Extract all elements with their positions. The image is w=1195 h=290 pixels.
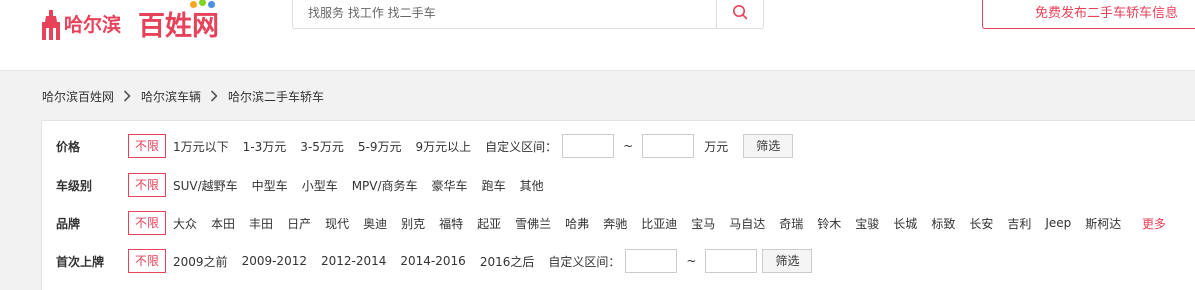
- filter-option-price[interactable]: 1万元以下: [173, 138, 229, 155]
- price-filter-button[interactable]: 筛选: [743, 134, 794, 158]
- filter-option-year[interactable]: 2016之后: [480, 253, 535, 270]
- filter-option-year[interactable]: 2009-2012: [242, 254, 307, 268]
- site-logo[interactable]: 哈尔滨 百姓网: [40, 0, 240, 42]
- filter-option-brand[interactable]: 宝马: [691, 215, 715, 232]
- filter-option-brand[interactable]: 丰田: [249, 215, 273, 232]
- logo-dot-icon: [208, 1, 215, 8]
- filter-option-any[interactable]: 不限: [128, 211, 167, 235]
- price-unit: 万元: [704, 139, 729, 154]
- filter-option-brand[interactable]: 日产: [287, 215, 311, 232]
- filter-label-price: 价格: [56, 139, 81, 154]
- logo-city-text: 哈尔滨: [64, 14, 122, 36]
- year-filter-button[interactable]: 筛选: [762, 249, 813, 273]
- filter-option-brand[interactable]: 现代: [325, 215, 349, 232]
- filter-row-price: 价格 不限 1万元以下 1-3万元 3-5万元 5-9万元 9万元以上 自定义区…: [56, 134, 794, 158]
- year-min-input[interactable]: [625, 249, 678, 273]
- filter-option-brand[interactable]: 奔驰: [603, 215, 627, 232]
- price-min-input[interactable]: [562, 134, 615, 158]
- filter-option-brand[interactable]: 雪佛兰: [515, 215, 551, 232]
- filter-option-brand[interactable]: 福特: [439, 215, 463, 232]
- filter-option-brand[interactable]: 哈弗: [565, 215, 589, 232]
- breadcrumb-home[interactable]: 哈尔滨百姓网: [42, 88, 114, 105]
- year-range-tilde: ~: [686, 254, 697, 268]
- filter-option-class[interactable]: 其他: [520, 177, 544, 194]
- site-header: 哈尔滨 百姓网 免费发布二手车轿车信息: [0, 0, 1195, 70]
- filter-label-brand: 品牌: [56, 216, 81, 231]
- filter-option-class[interactable]: 中型车: [252, 177, 288, 194]
- filter-option-brand[interactable]: 铃木: [817, 215, 841, 232]
- filter-label-year: 首次上牌: [56, 254, 105, 269]
- filter-option-price[interactable]: 5-9万元: [358, 138, 402, 155]
- filter-option-brand[interactable]: 吉利: [1007, 215, 1031, 232]
- filter-option-class[interactable]: SUV/越野车: [173, 177, 238, 194]
- search-button[interactable]: [716, 0, 763, 28]
- filter-option-class[interactable]: MPV/商务车: [352, 177, 418, 194]
- filter-option-brand[interactable]: 奇瑞: [779, 215, 803, 232]
- filter-option-brand[interactable]: 大众: [173, 215, 197, 232]
- logo-dot-icon: [190, 1, 197, 8]
- filter-option-class[interactable]: 跑车: [482, 177, 506, 194]
- filter-option-class[interactable]: 豪华车: [432, 177, 468, 194]
- breadcrumb-vehicles[interactable]: 哈尔滨车辆: [141, 88, 201, 105]
- filter-option-brand[interactable]: 别克: [401, 215, 425, 232]
- search-icon: [733, 4, 748, 19]
- price-range-label: 自定义区间：: [485, 139, 558, 154]
- year-max-input[interactable]: [705, 249, 758, 273]
- breadcrumb-current: 哈尔滨二手车轿车: [228, 89, 325, 104]
- filter-option-price[interactable]: 3-5万元: [300, 138, 344, 155]
- filter-option-brand[interactable]: 马自达: [729, 215, 765, 232]
- filter-option-brand[interactable]: 奥迪: [363, 215, 387, 232]
- filter-option-brand[interactable]: 长城: [893, 215, 917, 232]
- filter-option-price[interactable]: 9万元以上: [415, 138, 471, 155]
- filter-option-brand[interactable]: Jeep: [1045, 216, 1071, 230]
- logo-brand-text: 百姓网: [138, 11, 219, 42]
- filter-option-any[interactable]: 不限: [128, 134, 167, 158]
- filter-row-year: 首次上牌 不限 2009之前 2009-2012 2012-2014 2014-…: [56, 249, 813, 273]
- filter-option-year[interactable]: 2009之前: [173, 253, 228, 270]
- price-range-tilde: ~: [623, 139, 634, 153]
- filter-label-class: 车级别: [56, 178, 93, 193]
- filter-option-brand[interactable]: 标致: [931, 215, 955, 232]
- filter-option-any[interactable]: 不限: [128, 173, 167, 197]
- filter-option-brand[interactable]: 本田: [211, 215, 235, 232]
- chevron-right-icon: [210, 90, 218, 102]
- breadcrumb: 哈尔滨百姓网 哈尔滨车辆 哈尔滨二手车轿车: [42, 88, 324, 104]
- filter-row-class: 车级别 不限 SUV/越野车 中型车 小型车 MPV/商务车 豪华车 跑车 其他: [56, 173, 558, 197]
- search-bar: [292, 0, 764, 29]
- filter-panel: 价格 不限 1万元以下 1-3万元 3-5万元 5-9万元 9万元以上 自定义区…: [41, 120, 1195, 290]
- filter-option-price[interactable]: 1-3万元: [243, 138, 287, 155]
- filter-option-brand[interactable]: 比亚迪: [641, 215, 677, 232]
- filter-row-brand: 品牌 不限 大众 本田 丰田 日产 现代 奥迪 别克 福特 起亚 雪佛兰 哈弗 …: [56, 211, 1186, 235]
- filter-option-any[interactable]: 不限: [128, 249, 167, 273]
- chevron-right-icon: [123, 90, 131, 102]
- filter-option-class[interactable]: 小型车: [302, 177, 338, 194]
- search-input[interactable]: [293, 0, 717, 27]
- brand-more-link[interactable]: 更多: [1142, 215, 1166, 232]
- city-tower-icon: [42, 10, 60, 40]
- filter-option-brand[interactable]: 起亚: [477, 215, 501, 232]
- publish-button[interactable]: 免费发布二手车轿车信息: [982, 0, 1195, 29]
- filter-option-year[interactable]: 2014-2016: [400, 254, 465, 268]
- year-range-label: 自定义区间：: [548, 254, 621, 269]
- filter-option-brand[interactable]: 长安: [969, 215, 993, 232]
- price-max-input[interactable]: [642, 134, 695, 158]
- filter-option-brand[interactable]: 斯柯达: [1085, 215, 1121, 232]
- filter-option-year[interactable]: 2012-2014: [321, 254, 386, 268]
- filter-option-brand[interactable]: 宝骏: [855, 215, 879, 232]
